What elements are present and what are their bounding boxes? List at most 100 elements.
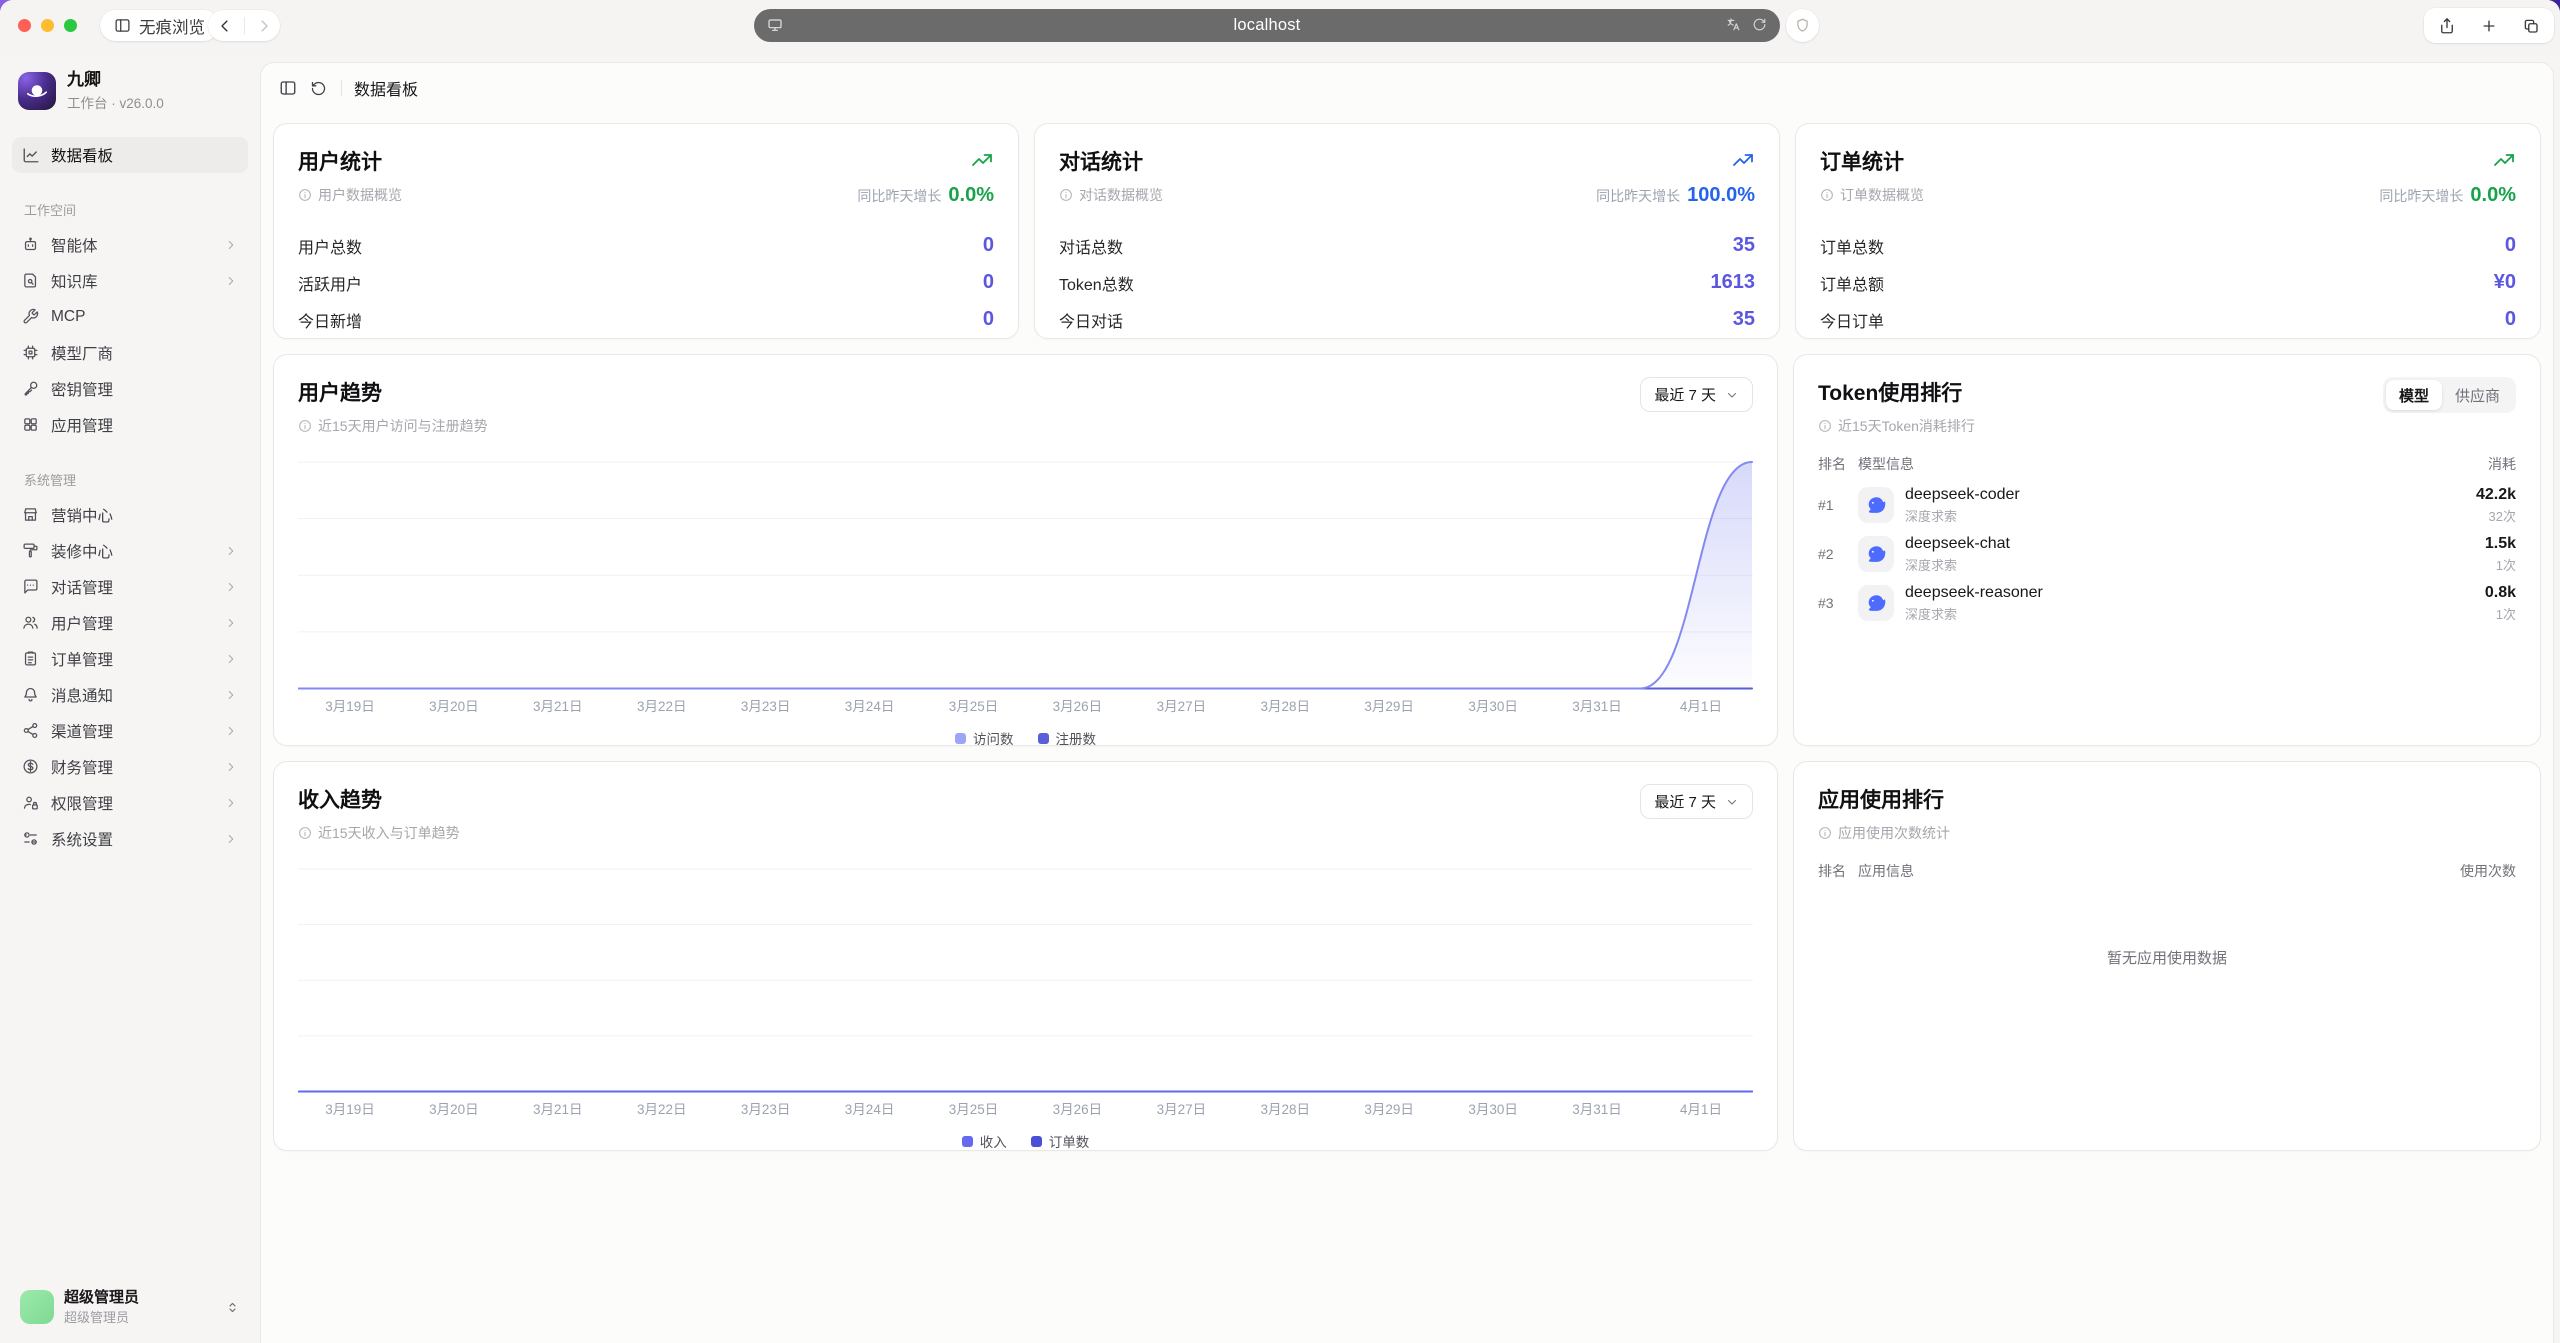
card-title: 用户趋势	[298, 377, 488, 407]
stat-rows: 订单总数0订单总额¥0今日订单0	[1820, 227, 2516, 338]
dollar-icon	[22, 758, 40, 776]
url-text: localhost	[754, 16, 1780, 35]
card-title: 收入趋势	[298, 784, 460, 814]
sidebar-item-营销中心[interactable]: 营销中心	[12, 497, 248, 533]
main-panel: 数据看板 用户统计用户数据概览同比昨天增长0.0%用户总数0活跃用户0今日新增0…	[260, 62, 2554, 1343]
browser-toolbar: 无痕浏览 localhost	[0, 0, 2560, 50]
revenue-trend-card: 收入趋势 近15天收入与订单趋势 最近 7 天 3月19日3月20日3月2	[273, 761, 1778, 1151]
ranking-toggle: 模型 供应商	[2383, 377, 2516, 413]
user-lock-icon	[22, 794, 40, 812]
sidebar-item-label: 消息通知	[51, 684, 113, 706]
model-provider: 深度求索	[1905, 604, 2043, 623]
sidebar-item-模型厂商[interactable]: 模型厂商	[12, 335, 248, 371]
sidebar-item-label: 数据看板	[51, 144, 113, 166]
incognito-badge[interactable]: 无痕浏览	[100, 10, 219, 41]
sidebar-item-装修中心[interactable]: 装修中心	[12, 533, 248, 569]
model-provider: 深度求索	[1905, 555, 2010, 574]
maximize-button[interactable]	[64, 19, 77, 32]
refresh-button[interactable]	[303, 73, 333, 103]
stat-card-growth: 同比昨天增长0.0%	[857, 146, 994, 207]
chevron-right-icon	[224, 688, 238, 702]
info-icon	[298, 419, 312, 433]
minimize-button[interactable]	[41, 19, 54, 32]
new-tab-button[interactable]	[2480, 17, 2498, 35]
token-row: #2deepseek-chat深度求索1.5k1次	[1818, 529, 2516, 578]
card-subtitle: 近15天Token消耗排行	[1838, 416, 1975, 436]
chevron-down-icon	[1725, 388, 1739, 402]
x-axis-label: 3月26日	[1025, 695, 1129, 715]
sidebar-item-应用管理[interactable]: 应用管理	[12, 407, 248, 443]
sidebar-item-财务管理[interactable]: 财务管理	[12, 749, 248, 785]
col-rank: 排名	[1818, 454, 1858, 474]
sidebar-item-密钥管理[interactable]: 密钥管理	[12, 371, 248, 407]
sidebar-item-订单管理[interactable]: 订单管理	[12, 641, 248, 677]
sidebar-item-消息通知[interactable]: 消息通知	[12, 677, 248, 713]
incognito-label: 无痕浏览	[139, 14, 205, 38]
card-subtitle: 用户数据概览	[318, 185, 402, 205]
range-select[interactable]: 最近 7 天	[1640, 784, 1753, 819]
share-button[interactable]	[2438, 17, 2456, 35]
toggle-model[interactable]: 模型	[2386, 380, 2442, 410]
app-ranking-card: 应用使用排行 应用使用次数统计 排名 应用信息 使用次数 暂无应用使用数据	[1793, 761, 2541, 1151]
legend-swatch	[1038, 733, 1049, 744]
col-usage: 使用次数	[2460, 861, 2516, 881]
sidebar-item-权限管理[interactable]: 权限管理	[12, 785, 248, 821]
app-subtitle: 工作台 · v26.0.0	[67, 92, 164, 112]
sidebar-item-label: 用户管理	[51, 612, 113, 634]
wrench-icon	[22, 308, 40, 326]
sidebar-item-MCP[interactable]: MCP	[12, 299, 248, 335]
stat-label: 活跃用户	[298, 271, 362, 295]
stat-card-3: 订单统计订单数据概览同比昨天增长0.0%订单总数0订单总额¥0今日订单0	[1795, 123, 2541, 339]
toggle-provider[interactable]: 供应商	[2442, 380, 2513, 410]
ranking-columns: 排名 应用信息 使用次数	[1818, 861, 2516, 881]
chevron-right-icon	[224, 832, 238, 846]
stat-row: 今日新增0	[298, 301, 994, 338]
trending-up-icon	[1731, 148, 1755, 172]
x-axis-label: 3月27日	[1129, 695, 1233, 715]
sidebar-item-渠道管理[interactable]: 渠道管理	[12, 713, 248, 749]
range-select[interactable]: 最近 7 天	[1640, 377, 1753, 412]
stat-row: 用户总数0	[298, 227, 994, 264]
sidebar-item-用户管理[interactable]: 用户管理	[12, 605, 248, 641]
browser-window: 无痕浏览 localhost	[0, 0, 2560, 1343]
sidebar-item-label: 财务管理	[51, 756, 113, 778]
back-button[interactable]	[212, 13, 238, 39]
token-ranking-card: Token使用排行 近15天Token消耗排行 模型 供应商 排名	[1793, 354, 2541, 746]
model-name: deepseek-reasoner	[1905, 583, 2043, 603]
close-button[interactable]	[18, 19, 31, 32]
card-subtitle: 近15天用户访问与注册趋势	[318, 416, 488, 436]
x-axis-labels: 3月19日3月20日3月21日3月22日3月23日3月24日3月25日3月26日…	[298, 1098, 1753, 1118]
translate-icon[interactable]	[1726, 17, 1741, 32]
sidebar-item-智能体[interactable]: 智能体	[12, 227, 248, 263]
token-rows: #1deepseek-coder深度求索42.2k32次#2deepseek-c…	[1818, 480, 2516, 627]
tabs-button[interactable]	[2522, 17, 2540, 35]
window-controls	[18, 19, 77, 32]
chevron-right-icon	[224, 724, 238, 738]
bot-icon	[22, 236, 40, 254]
forward-button[interactable]	[251, 13, 277, 39]
stat-card-titles: 订单统计订单数据概览	[1820, 146, 1924, 207]
stat-value: 0	[983, 308, 994, 331]
col-info: 应用信息	[1858, 861, 2460, 881]
trending-up-icon	[970, 148, 994, 172]
growth-line: 同比昨天增长100.0%	[1596, 184, 1755, 207]
sidebar-item-label: 应用管理	[51, 414, 113, 436]
model-usage: 1.5k1次	[2485, 534, 2516, 574]
model-provider: 深度求索	[1905, 506, 2020, 525]
growth-value: 100.0%	[1687, 184, 1755, 207]
stat-card-2: 对话统计对话数据概览同比昨天增长100.0%对话总数35Token总数1613今…	[1034, 123, 1780, 339]
panel-toggle-button[interactable]	[273, 73, 303, 103]
shield-button[interactable]	[1786, 9, 1819, 42]
grid-icon	[22, 416, 40, 434]
sidebar-item-知识库[interactable]: 知识库	[12, 263, 248, 299]
sidebar-item-系统设置[interactable]: 系统设置	[12, 821, 248, 857]
sidebar-item-对话管理[interactable]: 对话管理	[12, 569, 248, 605]
x-axis-label: 3月28日	[1233, 695, 1337, 715]
sidebar-item-dashboard[interactable]: 数据看板	[12, 137, 248, 173]
url-bar[interactable]: localhost	[754, 9, 1780, 42]
user-menu[interactable]: 超级管理员 超级管理员	[12, 1281, 248, 1333]
reload-icon[interactable]	[1752, 17, 1767, 32]
legend-item: 收入	[962, 1131, 1007, 1151]
x-axis-label: 3月29日	[1337, 695, 1441, 715]
workspace-switcher[interactable]: 九卿 工作台 · v26.0.0	[18, 70, 244, 112]
